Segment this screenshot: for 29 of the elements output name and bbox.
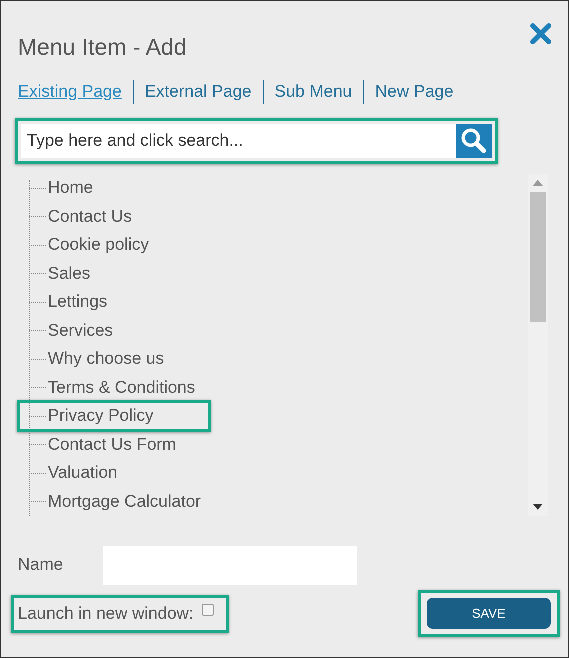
page-tree-item[interactable]: Why choose us: [48, 347, 164, 372]
search-icon: [460, 127, 488, 155]
launch-checkbox[interactable]: [202, 604, 214, 616]
page-type-tab[interactable]: New Page: [363, 80, 465, 104]
page-tree-item[interactable]: Contact Us Form: [48, 432, 176, 457]
page-tree-item[interactable]: Services: [48, 318, 114, 343]
page-tree-item[interactable]: Sales: [48, 262, 91, 286]
close-icon[interactable]: [530, 23, 552, 45]
search-button[interactable]: [456, 124, 492, 158]
scrollbar-thumb[interactable]: [530, 192, 546, 322]
scroll-down-icon[interactable]: [533, 504, 543, 510]
launch-label: Launch in new window:: [18, 604, 194, 624]
name-label: Name: [17, 555, 64, 575]
page-tree-item[interactable]: Contact Us: [48, 204, 132, 229]
page-tree-item[interactable]: Cookie policy: [48, 233, 150, 258]
page-tree-item[interactable]: Terms & Conditions: [48, 376, 196, 400]
scroll-up-icon[interactable]: [533, 180, 543, 186]
page-tree-item[interactable]: Privacy Policy: [48, 404, 154, 428]
page-tree-item[interactable]: Lettings: [48, 290, 108, 314]
page-tree-item[interactable]: Valuation: [48, 461, 118, 486]
scrollbar[interactable]: [528, 174, 548, 516]
page-type-tab[interactable]: External Page: [132, 80, 263, 104]
page-tree-item[interactable]: Mortgage Calculator: [48, 490, 202, 514]
search-field[interactable]: Type here and click search...: [21, 124, 456, 158]
page-type-tab[interactable]: Sub Menu: [262, 80, 364, 104]
page-tree-item[interactable]: Home: [48, 176, 94, 200]
dialog-title: Menu Item - Add: [18, 34, 188, 62]
page-type-tab[interactable]: Existing Page: [18, 80, 133, 104]
save-button[interactable]: SAVE: [427, 598, 551, 629]
